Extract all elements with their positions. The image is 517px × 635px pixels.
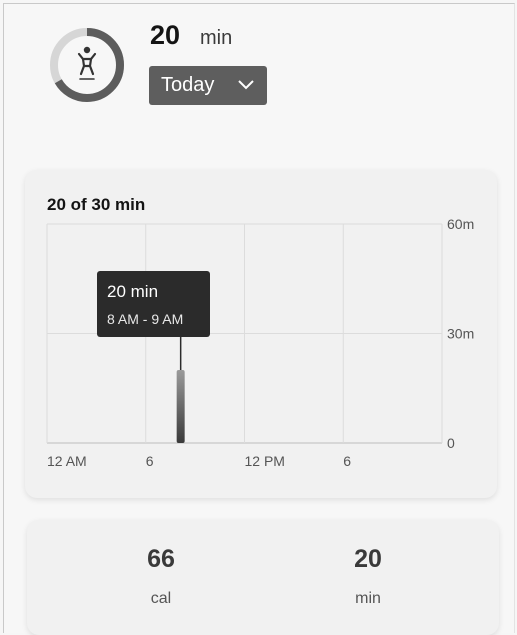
minutes-unit: min — [355, 590, 381, 607]
tooltip-range: 8 AM - 9 AM — [107, 311, 184, 327]
calories-unit: cal — [150, 590, 172, 607]
chart-bar — [176, 370, 185, 443]
x-tick-label: 6 — [343, 453, 351, 469]
y-tick-label: 30m — [447, 326, 474, 342]
minutes-value: 20 — [354, 545, 382, 573]
calories-value: 66 — [147, 545, 175, 573]
tooltip-value: 20 min — [107, 282, 159, 301]
chart-tooltip: 20 min 8 AM - 9 AM — [97, 271, 210, 337]
y-tick-label: 0 — [447, 435, 455, 451]
x-tick-label: 6 — [146, 453, 154, 469]
x-tick-label: 12 AM — [47, 453, 87, 469]
stats-card — [27, 520, 499, 635]
x-tick-label: 12 PM — [245, 453, 285, 469]
y-tick-label: 60m — [447, 216, 474, 232]
